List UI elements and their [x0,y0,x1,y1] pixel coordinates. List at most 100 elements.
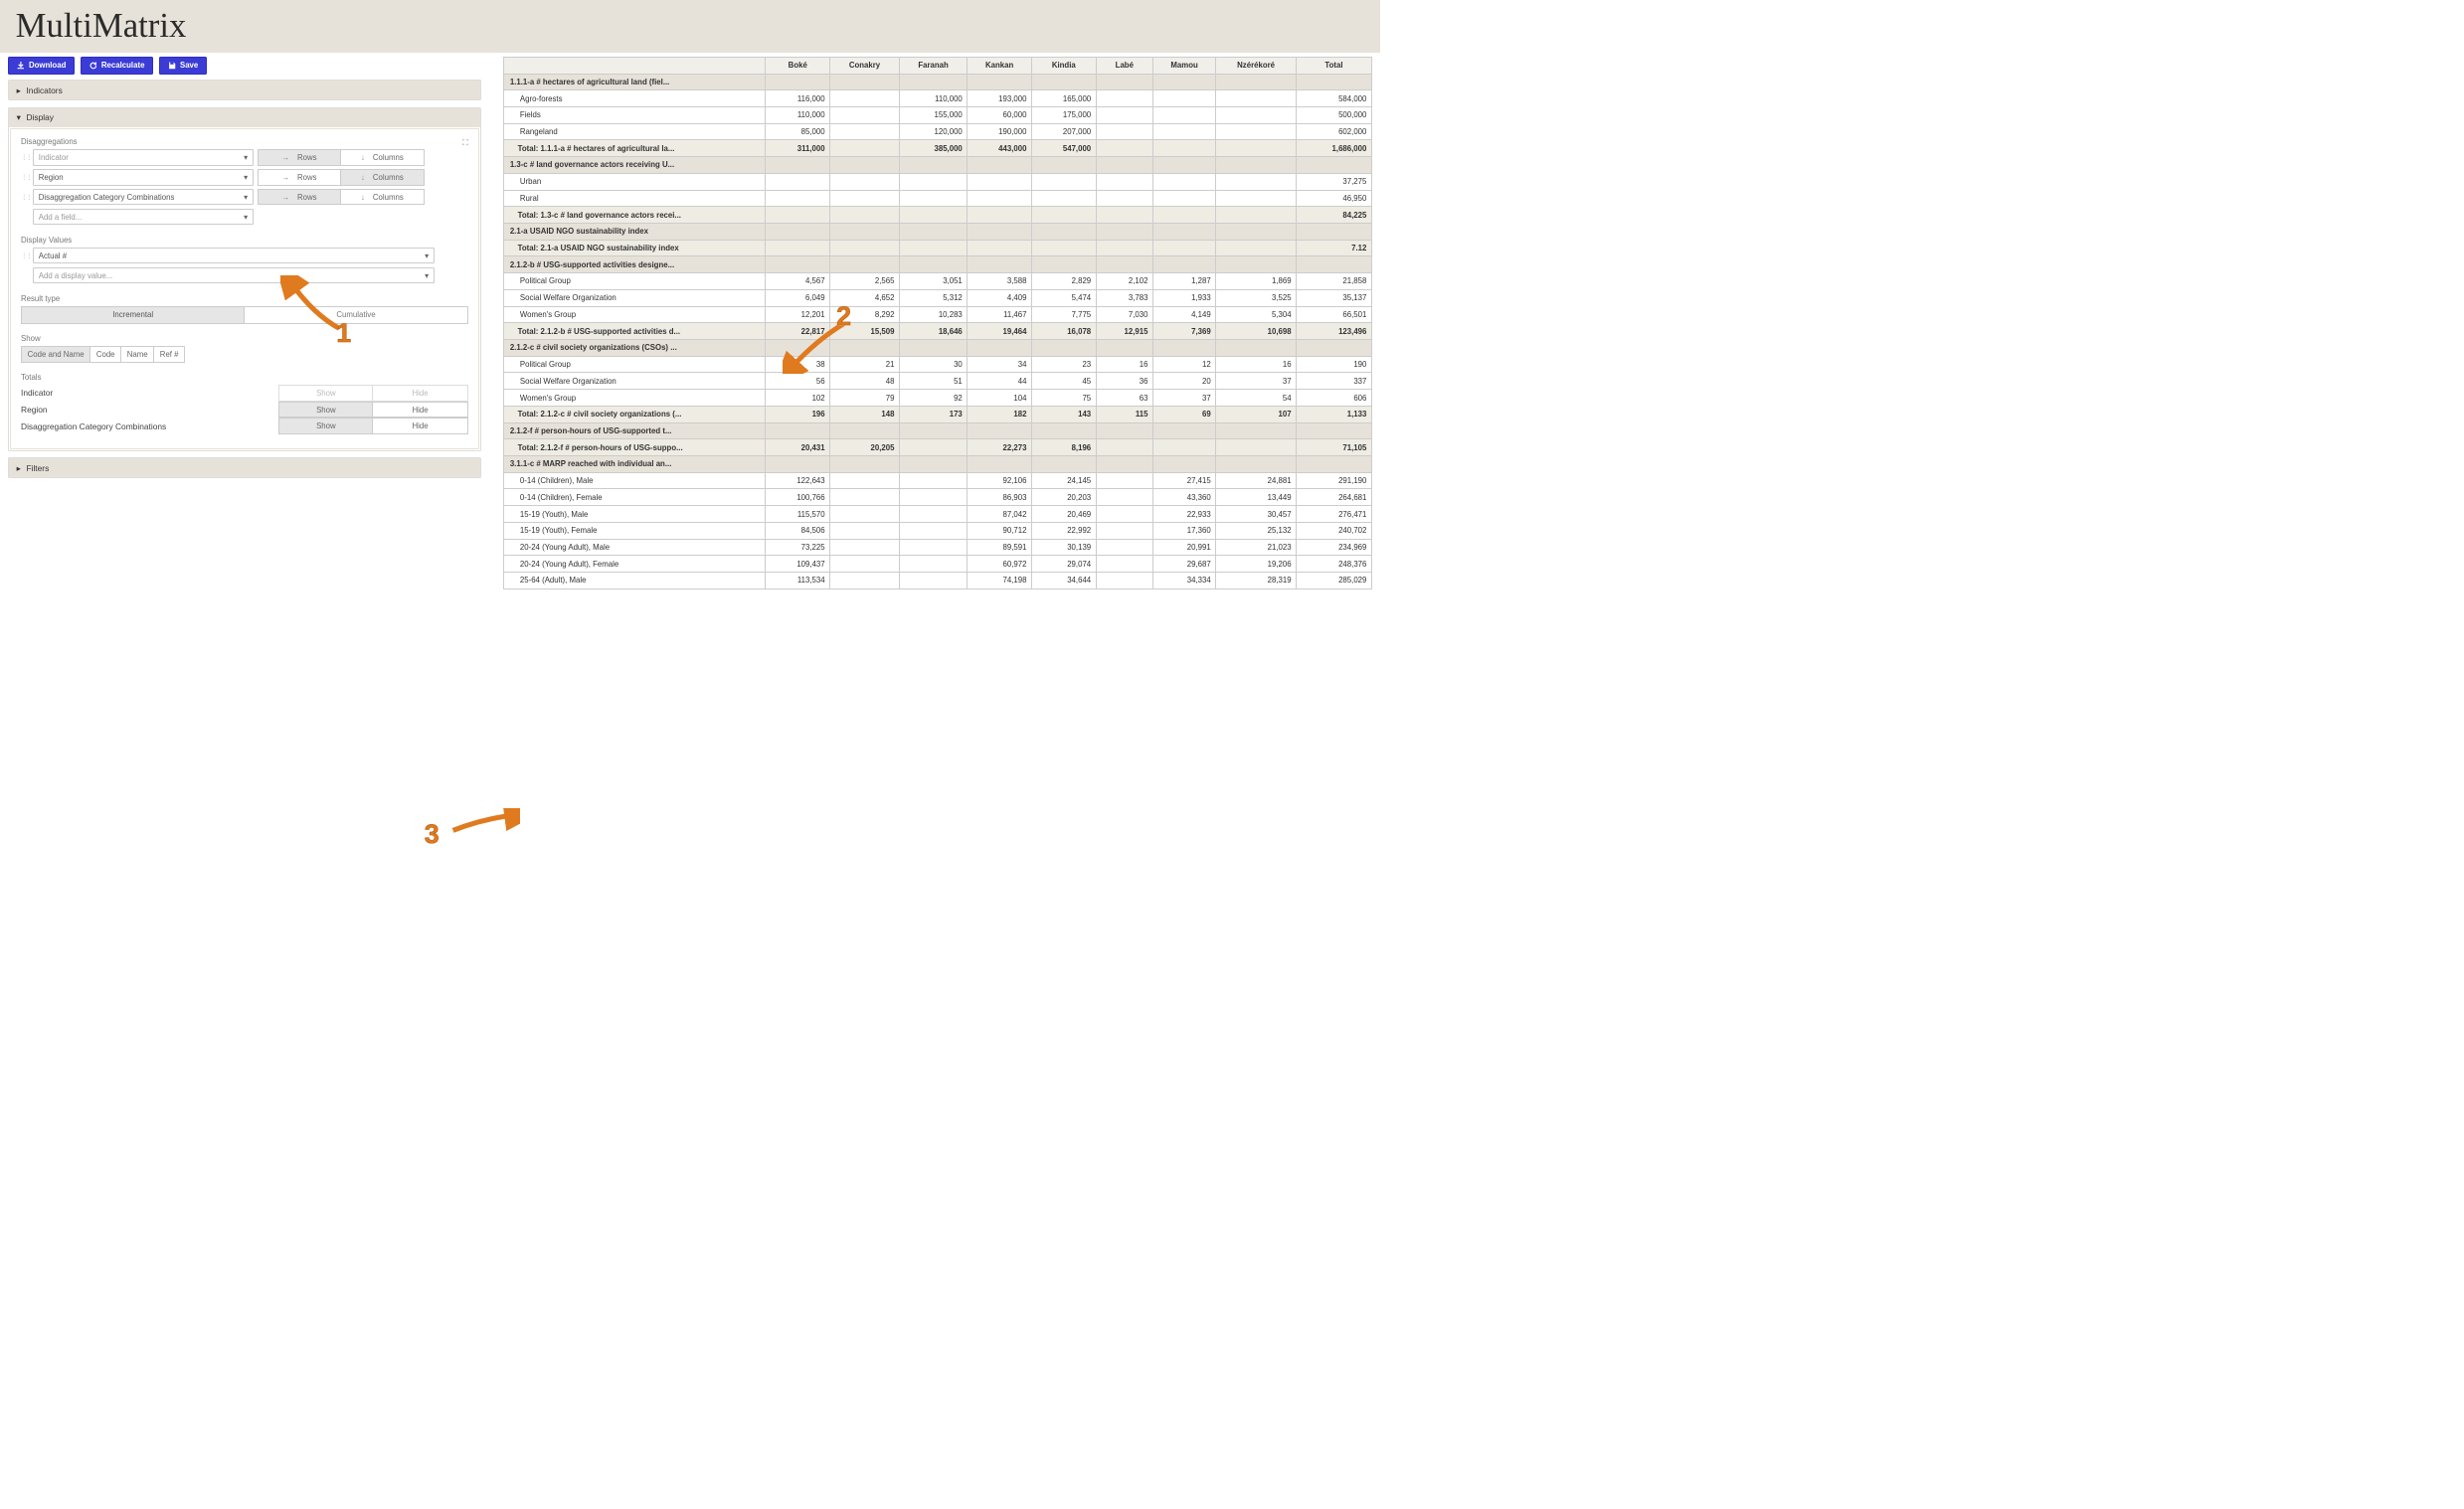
save-button[interactable]: Save [159,57,207,75]
totals-dcc-show[interactable]: Show [278,418,373,434]
grid-data-row: 15-19 (Youth), Male115,57087,04220,46922… [504,506,1372,523]
totals-region-show[interactable]: Show [278,402,373,419]
dcc-columns-button[interactable]: ↓Columns [341,189,425,206]
grid-cell: 60,000 [968,106,1032,123]
grid-row-label: Fields [504,106,766,123]
grid-column-header[interactable]: Nzérékoré [1216,57,1297,74]
show-ref[interactable]: Ref # [154,346,185,363]
totals-dcc-hide[interactable]: Hide [373,418,467,434]
grid-cell [1152,106,1215,123]
grid-cell [899,472,967,489]
add-field-select[interactable]: Add a field... ▾ [33,209,253,226]
region-select[interactable]: Region ▾ [33,169,253,186]
disagg-field-region: ⋮⋮ Region ▾ →Rows ↓Columns [21,169,468,186]
grid-cell: 44 [968,373,1032,390]
region-rows-button[interactable]: →Rows [258,169,341,186]
display-panel-header[interactable]: Display [9,108,480,127]
grid-cell [899,489,967,506]
filters-panel: Filters [8,457,481,478]
grid-cell [899,539,967,556]
grid-cell: 37 [1216,373,1297,390]
grid-cell [1152,340,1215,357]
drag-handle-icon[interactable]: ⋮⋮ [21,252,29,259]
grid-cell [899,422,967,439]
grid-cell [1096,439,1152,456]
download-button[interactable]: Download [8,57,75,75]
grid-cell [830,556,900,573]
grid-cell [1096,573,1152,589]
annotation-badge-3: 3 [425,819,440,850]
grid-cell [1031,74,1096,90]
dcc-select[interactable]: Disaggregation Category Combinations ▾ [33,189,253,206]
grid-cell: 3,588 [968,273,1032,290]
totals-region-label: Region [21,402,278,419]
actual-select[interactable]: Actual # ▾ [33,248,434,264]
grid-cell: 30,457 [1216,506,1297,523]
grid-cell [899,223,967,240]
add-display-select[interactable]: Add a display value... ▾ [33,267,434,284]
expand-icon[interactable]: ⛶ [462,138,467,148]
grid-cell [1216,90,1297,107]
grid-column-header[interactable]: Total [1297,57,1372,74]
grid-section-row: 1.1.1-a # hectares of agricultural land … [504,74,1372,90]
grid-cell: 22,273 [968,439,1032,456]
grid-column-header[interactable]: Labé [1096,57,1152,74]
drag-handle-icon[interactable]: ⋮⋮ [21,173,29,181]
indicators-panel-header[interactable]: Indicators [9,81,480,99]
grid-column-header[interactable]: Conakry [830,57,900,74]
display-panel-title: Display [26,112,53,122]
grid-row-label: Women's Group [504,390,766,407]
show-code[interactable]: Code [90,346,121,363]
grid-cell [1216,422,1297,439]
totals-region-hide[interactable]: Hide [373,402,467,419]
filters-panel-header[interactable]: Filters [9,458,480,477]
grid-column-header[interactable]: Kankan [968,57,1032,74]
grid-section-row: 3.1.1-c # MARP reached with individual a… [504,456,1372,473]
grid-cell: 12,201 [766,306,830,323]
grid-cell: 89,591 [968,539,1032,556]
totals-indicator-show[interactable]: Show [278,385,373,402]
grid-cell: 2,829 [1031,273,1096,290]
grid-cell: 276,471 [1297,506,1372,523]
grid-cell: 4,149 [1152,306,1215,323]
indicators-panel: Indicators [8,80,481,100]
grid-row-label: 2.1.2-f # person-hours of USG-supported … [504,422,766,439]
grid-cell [830,539,900,556]
region-columns-button[interactable]: ↓Columns [341,169,425,186]
incremental-button[interactable]: Incremental [21,306,245,324]
indicator-rows-button[interactable]: →Rows [258,149,341,166]
grid-cell [1031,173,1096,190]
actual-select-label: Actual # [39,252,67,260]
display-values-label: Display Values [21,236,468,245]
recalculate-button[interactable]: Recalculate [81,57,153,75]
cumulative-button[interactable]: Cumulative [245,306,467,324]
region-rc-toggle: →Rows ↓Columns [258,169,425,186]
show-code-name[interactable]: Code and Name [21,346,90,363]
display-value-actual: ⋮⋮ Actual # ▾ [21,248,468,264]
grid-cell: 73,225 [766,539,830,556]
grid-data-row: Women's Group102799210475633754606 [504,390,1372,407]
grid-column-header[interactable]: Faranah [899,57,967,74]
dcc-rows-button[interactable]: →Rows [258,189,341,206]
drag-handle-icon[interactable]: ⋮⋮ [21,193,29,201]
totals-grid: Indicator Show Hide Region Show Hide Dis… [21,385,468,434]
indicator-select[interactable]: Indicator ▾ [33,149,253,166]
totals-indicator-hide[interactable]: Hide [373,385,467,402]
grid-column-header[interactable]: Mamou [1152,57,1215,74]
chevron-down-icon: ▾ [244,173,248,182]
grid-cell: 17,360 [1152,522,1215,539]
grid-cell [1096,140,1152,157]
grid-cell: 110,000 [899,90,967,107]
grid-column-header[interactable]: Kindia [1031,57,1096,74]
grid-cell: 66,501 [1297,306,1372,323]
grid-data-row: 0-14 (Children), Male122,64392,10624,145… [504,472,1372,489]
arrow-down-icon: ↓ [361,153,365,162]
grid-cell: 8,292 [830,306,900,323]
indicator-columns-button[interactable]: ↓Columns [341,149,425,166]
grid-row-label: Total: 2.1.2-c # civil society organizat… [504,406,766,422]
show-name[interactable]: Name [121,346,154,363]
disagg-add-field: Add a field... ▾ [33,209,467,226]
grid-column-header[interactable]: Boké [766,57,830,74]
grid-data-row: Social Welfare Organization5648514445362… [504,373,1372,390]
drag-handle-icon[interactable]: ⋮⋮ [21,153,29,161]
